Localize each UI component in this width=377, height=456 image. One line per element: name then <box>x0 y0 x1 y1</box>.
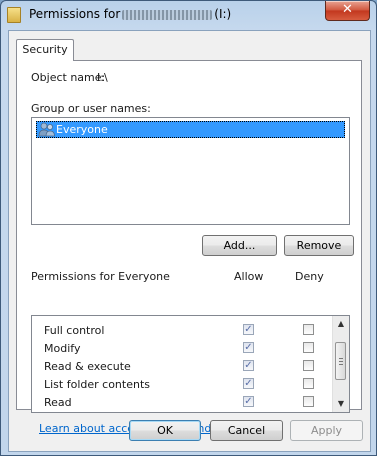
group-label: Group or user names: <box>31 102 151 115</box>
deny-checkbox[interactable] <box>303 378 314 389</box>
permissions-dialog: Permissions for (I:) ✕ Security Object na… <box>0 0 377 456</box>
window-title: Permissions for (I:) <box>29 7 231 21</box>
grip-line <box>339 364 343 365</box>
deny-checkbox[interactable] <box>303 360 314 371</box>
permission-name: Read & execute <box>44 360 131 373</box>
security-tab-panel: Object name: I:\ Group or user names: Ev… <box>16 60 362 435</box>
list-item-everyone[interactable]: Everyone <box>36 121 345 138</box>
allow-checkbox[interactable]: ✓ <box>243 324 254 335</box>
redacted-drive-name <box>122 9 213 20</box>
title-suffix: (I:) <box>214 7 232 21</box>
permissions-list[interactable]: Full control ✓ Modify ✓ Read & execute ✓… <box>31 315 350 413</box>
users-icon <box>38 122 55 137</box>
allow-column-header: Allow <box>234 270 264 283</box>
permission-row-read: Read ✓ <box>32 393 332 411</box>
permissions-scrollbar[interactable]: ▲ ▼ <box>332 316 349 412</box>
permission-name: List folder contents <box>44 378 150 391</box>
list-item-label: Everyone <box>56 123 108 136</box>
cancel-button[interactable]: Cancel <box>210 420 283 441</box>
close-button[interactable]: ✕ <box>325 1 370 21</box>
permission-row-modify: Modify ✓ <box>32 339 332 357</box>
permission-name: Full control <box>44 324 105 337</box>
dialog-client-area: Security Object name: I:\ Group or user … <box>8 30 371 452</box>
deny-checkbox[interactable] <box>303 324 314 335</box>
allow-checkbox[interactable]: ✓ <box>243 342 254 353</box>
title-prefix: Permissions for <box>29 7 121 21</box>
permission-name: Modify <box>44 342 81 355</box>
folder-icon <box>7 7 21 23</box>
apply-button[interactable]: Apply <box>290 420 363 441</box>
permission-row-partial: ✓ <box>32 411 332 412</box>
permission-row-read-execute: Read & execute ✓ <box>32 357 332 375</box>
group-user-list[interactable]: Everyone <box>31 117 350 225</box>
remove-button[interactable]: Remove <box>284 235 354 256</box>
scroll-thumb[interactable] <box>335 342 346 380</box>
allow-checkbox[interactable]: ✓ <box>243 378 254 389</box>
deny-checkbox[interactable] <box>303 396 314 407</box>
permission-row-list-folder-contents: List folder contents ✓ <box>32 375 332 393</box>
grip-line <box>339 358 343 359</box>
deny-checkbox[interactable] <box>303 342 314 353</box>
deny-column-header: Deny <box>295 270 324 283</box>
allow-checkbox[interactable]: ✓ <box>243 360 254 371</box>
close-icon: ✕ <box>342 2 353 17</box>
title-bar[interactable]: Permissions for (I:) ✕ <box>1 1 376 29</box>
permission-name: Read <box>44 396 72 409</box>
allow-checkbox[interactable]: ✓ <box>243 396 254 407</box>
permissions-header: Permissions for Everyone <box>31 270 170 283</box>
object-name-label: Object name: <box>31 71 106 84</box>
grip-line <box>339 361 343 362</box>
scroll-down-icon[interactable]: ▼ <box>333 396 349 412</box>
ok-button[interactable]: OK <box>129 420 201 441</box>
tab-security[interactable]: Security <box>16 39 74 61</box>
object-name-value: I:\ <box>97 71 108 84</box>
scroll-up-icon[interactable]: ▲ <box>333 316 349 332</box>
add-button[interactable]: Add... <box>202 235 277 256</box>
permission-row-full-control: Full control ✓ <box>32 321 332 339</box>
